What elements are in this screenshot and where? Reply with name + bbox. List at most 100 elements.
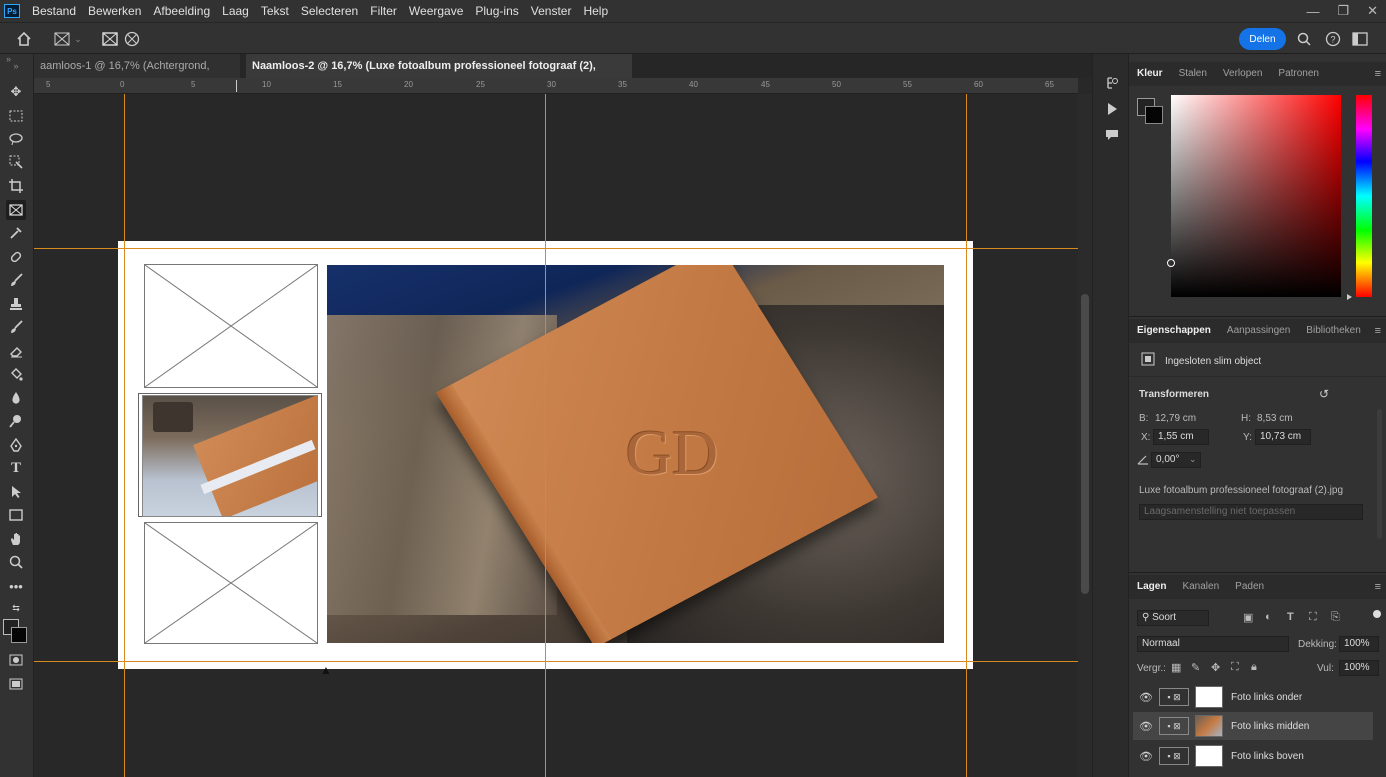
path-selection-tool-icon[interactable] bbox=[6, 482, 26, 502]
eraser-tool-icon[interactable] bbox=[6, 341, 26, 361]
photo-frame-middle-left[interactable] bbox=[142, 395, 318, 517]
filter-toggle[interactable] bbox=[1373, 610, 1381, 618]
rectangle-tool-icon[interactable] bbox=[6, 505, 26, 525]
panel-collapse-icon[interactable]: » bbox=[0, 54, 34, 64]
paint-bucket-tool-icon[interactable] bbox=[6, 364, 26, 384]
move-tool-icon[interactable]: ✥ bbox=[6, 82, 26, 102]
pen-tool-icon[interactable] bbox=[6, 435, 26, 455]
menu-plugins[interactable]: Plug-ins bbox=[469, 0, 524, 22]
opacity-input[interactable]: 100% bbox=[1339, 636, 1379, 652]
tab-stalen[interactable]: Stalen bbox=[1171, 62, 1215, 86]
scrollbar-thumb[interactable] bbox=[1081, 294, 1089, 594]
marquee-tool-icon[interactable] bbox=[6, 106, 26, 126]
guide-vertical[interactable] bbox=[124, 94, 125, 777]
layer-name[interactable]: Foto links midden bbox=[1231, 721, 1309, 732]
panel-menu-icon[interactable]: ≡ bbox=[1375, 325, 1381, 337]
pixel-filter-icon[interactable]: ▣ bbox=[1243, 611, 1253, 624]
tab-kleur[interactable]: Kleur bbox=[1129, 62, 1171, 86]
workspace-icon[interactable] bbox=[1350, 29, 1370, 49]
hand-tool-icon[interactable] bbox=[6, 529, 26, 549]
layer-name[interactable]: Foto links boven bbox=[1231, 751, 1304, 762]
lock-position-icon[interactable]: ✥ bbox=[1211, 661, 1220, 674]
visibility-eye-icon[interactable]: 👁︎ bbox=[1139, 750, 1153, 763]
screen-mode-icon[interactable] bbox=[6, 674, 26, 694]
panel-menu-icon[interactable]: ≡ bbox=[1375, 68, 1381, 80]
layer-row-selected[interactable]: 👁︎ ▪ ⊠ Foto links midden bbox=[1133, 712, 1373, 740]
guide-vertical[interactable] bbox=[545, 94, 546, 777]
blur-tool-icon[interactable] bbox=[6, 388, 26, 408]
type-filter-icon[interactable]: T bbox=[1287, 611, 1294, 623]
tab-eigenschappen[interactable]: Eigenschappen bbox=[1129, 319, 1219, 343]
restore-icon[interactable]: ❐ bbox=[1337, 3, 1349, 19]
tab-aanpassingen[interactable]: Aanpassingen bbox=[1219, 319, 1298, 343]
lock-artboard-icon[interactable]: ⛶ bbox=[1231, 661, 1239, 674]
chevron-down-icon[interactable]: ⌄ bbox=[72, 29, 84, 49]
tab-bibliotheken[interactable]: Bibliotheken bbox=[1298, 319, 1368, 343]
visibility-eye-icon[interactable]: 👁︎ bbox=[1139, 691, 1153, 704]
visibility-eye-icon[interactable]: 👁︎ bbox=[1139, 720, 1153, 733]
minimize-icon[interactable]: — bbox=[1306, 4, 1319, 19]
document-canvas[interactable]: GD ▲ bbox=[34, 94, 1078, 777]
color-picker-field[interactable] bbox=[1167, 95, 1341, 297]
comments-icon[interactable] bbox=[1105, 128, 1119, 142]
menu-venster[interactable]: Venster bbox=[525, 0, 578, 22]
layer-name[interactable]: Foto links onder bbox=[1231, 692, 1302, 703]
layer-row[interactable]: 👁︎ ▪ ⊠ Foto links onder bbox=[1133, 683, 1373, 711]
fill-input[interactable]: 100% bbox=[1339, 660, 1379, 676]
share-button[interactable]: Delen bbox=[1239, 28, 1286, 50]
lock-pixels-icon[interactable]: ✎ bbox=[1191, 661, 1200, 674]
canvas-vertical-scrollbar[interactable] bbox=[1078, 94, 1092, 777]
brush-tool-icon[interactable] bbox=[6, 270, 26, 290]
spot-healing-tool-icon[interactable] bbox=[6, 247, 26, 267]
blend-mode-select[interactable]: Normaal bbox=[1137, 636, 1289, 652]
tab-document-1[interactable]: aamloos-1 @ 16,7% (Achtergrond, RGB/8) *… bbox=[34, 54, 240, 96]
ellipse-frame-icon[interactable] bbox=[122, 29, 142, 49]
lock-all-icon[interactable]: 🔒︎ bbox=[1251, 661, 1257, 674]
hue-slider[interactable] bbox=[1356, 95, 1372, 297]
crop-tool-icon[interactable] bbox=[6, 176, 26, 196]
menu-filter[interactable]: Filter bbox=[364, 0, 403, 22]
width-value[interactable]: 12,79 cm bbox=[1155, 413, 1196, 424]
help-icon[interactable]: ? bbox=[1323, 29, 1343, 49]
smart-object-filter-icon[interactable]: ⎘ bbox=[1331, 611, 1340, 624]
eyedropper-tool-icon[interactable] bbox=[6, 223, 26, 243]
height-value[interactable]: 8,53 cm bbox=[1257, 413, 1293, 424]
search-icon[interactable] bbox=[1294, 29, 1314, 49]
tab-kanalen[interactable]: Kanalen bbox=[1174, 575, 1227, 599]
actions-play-icon[interactable] bbox=[1105, 102, 1119, 116]
rectangle-frame-icon[interactable] bbox=[100, 29, 120, 49]
adjustment-filter-icon[interactable]: ◐ bbox=[1265, 611, 1272, 623]
layer-filter-select[interactable]: ⚲ Soort bbox=[1137, 610, 1209, 626]
hue-slider-handle[interactable] bbox=[1347, 294, 1352, 300]
tab-document-2[interactable]: Naamloos-2 @ 16,7% (Luxe fotoalbum profe… bbox=[246, 54, 632, 96]
home-icon[interactable] bbox=[14, 29, 34, 49]
lasso-tool-icon[interactable] bbox=[6, 129, 26, 149]
frame-tool-preset-icon[interactable] bbox=[52, 29, 72, 49]
clone-stamp-tool-icon[interactable] bbox=[6, 294, 26, 314]
tab-paden[interactable]: Paden bbox=[1227, 575, 1272, 599]
properties-scrollbar[interactable] bbox=[1377, 409, 1382, 539]
guide-vertical[interactable] bbox=[966, 94, 967, 777]
swap-colors-icon[interactable]: ⇆ bbox=[6, 598, 26, 618]
close-icon[interactable]: ✕ bbox=[1367, 3, 1378, 19]
history-brush-tool-icon[interactable] bbox=[6, 317, 26, 337]
lock-transparent-icon[interactable]: ▦ bbox=[1171, 661, 1181, 674]
frame-tool-icon[interactable] bbox=[6, 200, 26, 220]
history-icon[interactable] bbox=[1105, 76, 1119, 90]
menu-laag[interactable]: Laag bbox=[216, 0, 255, 22]
x-position-input[interactable]: 1,55 cm bbox=[1153, 429, 1209, 445]
tab-lagen[interactable]: Lagen bbox=[1129, 575, 1174, 599]
y-position-input[interactable]: 10,73 cm bbox=[1255, 429, 1311, 445]
chevron-down-icon[interactable]: ⌄ bbox=[1189, 454, 1197, 465]
object-selection-tool-icon[interactable] bbox=[6, 152, 26, 172]
menu-bestand[interactable]: Bestand bbox=[26, 0, 82, 22]
layer-comp-select[interactable]: Laagsamenstelling niet toepassen bbox=[1139, 504, 1363, 520]
menu-bewerken[interactable]: Bewerken bbox=[82, 0, 147, 22]
type-tool-icon[interactable]: T bbox=[6, 458, 26, 478]
main-photo-frame[interactable]: GD bbox=[327, 265, 944, 643]
menu-afbeelding[interactable]: Afbeelding bbox=[147, 0, 216, 22]
dodge-tool-icon[interactable] bbox=[6, 411, 26, 431]
more-tools-icon[interactable]: ••• bbox=[6, 576, 26, 596]
background-color-swatch[interactable] bbox=[11, 627, 27, 643]
color-picker-handle[interactable] bbox=[1167, 259, 1175, 267]
